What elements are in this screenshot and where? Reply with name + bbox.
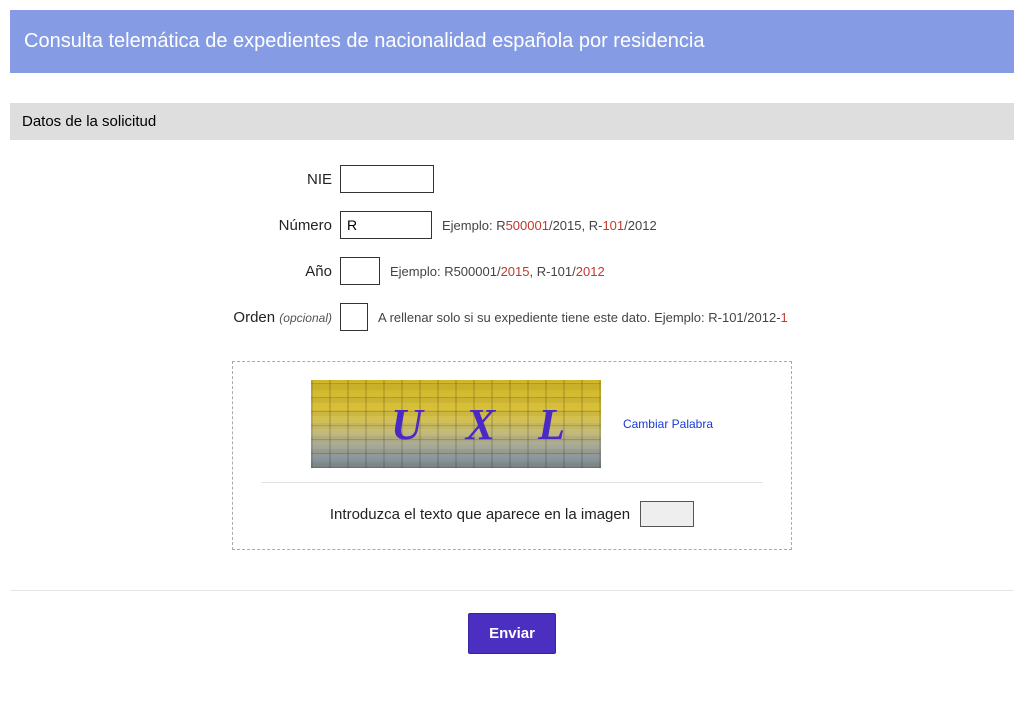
section-title: Datos de la solicitud [22, 113, 156, 130]
label-nie: NIE [30, 171, 340, 188]
hint-numero: Ejemplo: R500001/2015, R-101/2012 [442, 218, 657, 233]
request-form: NIE Número Ejemplo: R500001/2015, R-101/… [10, 165, 1014, 550]
page-title: Consulta telemática de expedientes de na… [24, 30, 704, 52]
numero-input[interactable] [340, 211, 432, 239]
nie-input[interactable] [340, 165, 434, 193]
section-header: Datos de la solicitud [10, 103, 1014, 140]
submit-row: Enviar [10, 613, 1014, 654]
ano-input[interactable] [340, 257, 380, 285]
captcha-panel: U X L Cambiar Palabra Introduzca el text… [232, 361, 792, 550]
row-ano: Año Ejemplo: R500001/2015, R-101/2012 [30, 257, 994, 285]
orden-input[interactable] [340, 303, 368, 331]
submit-button[interactable]: Enviar [468, 613, 556, 654]
page-header: Consulta telemática de expedientes de na… [10, 10, 1014, 73]
hint-ano: Ejemplo: R500001/2015, R-101/2012 [390, 264, 605, 279]
captcha-text: U X L [331, 399, 581, 450]
captcha-divider [261, 482, 763, 483]
row-numero: Número Ejemplo: R500001/2015, R-101/2012 [30, 211, 994, 239]
row-orden: Orden (opcional) A rellenar solo si su e… [30, 303, 994, 331]
label-ano: Año [30, 263, 340, 280]
captcha-input[interactable] [640, 501, 694, 527]
captcha-top: U X L Cambiar Palabra [261, 374, 763, 482]
captcha-change-link[interactable]: Cambiar Palabra [623, 417, 713, 431]
captcha-image: U X L [311, 380, 601, 468]
row-nie: NIE [30, 165, 994, 193]
captcha-input-label: Introduzca el texto que aparece en la im… [330, 506, 630, 523]
hint-orden: A rellenar solo si su expediente tiene e… [378, 310, 788, 325]
form-divider [10, 590, 1014, 591]
label-orden: Orden (opcional) [30, 309, 340, 326]
captcha-input-row: Introduzca el texto que aparece en la im… [261, 501, 763, 527]
label-numero: Número [30, 217, 340, 234]
